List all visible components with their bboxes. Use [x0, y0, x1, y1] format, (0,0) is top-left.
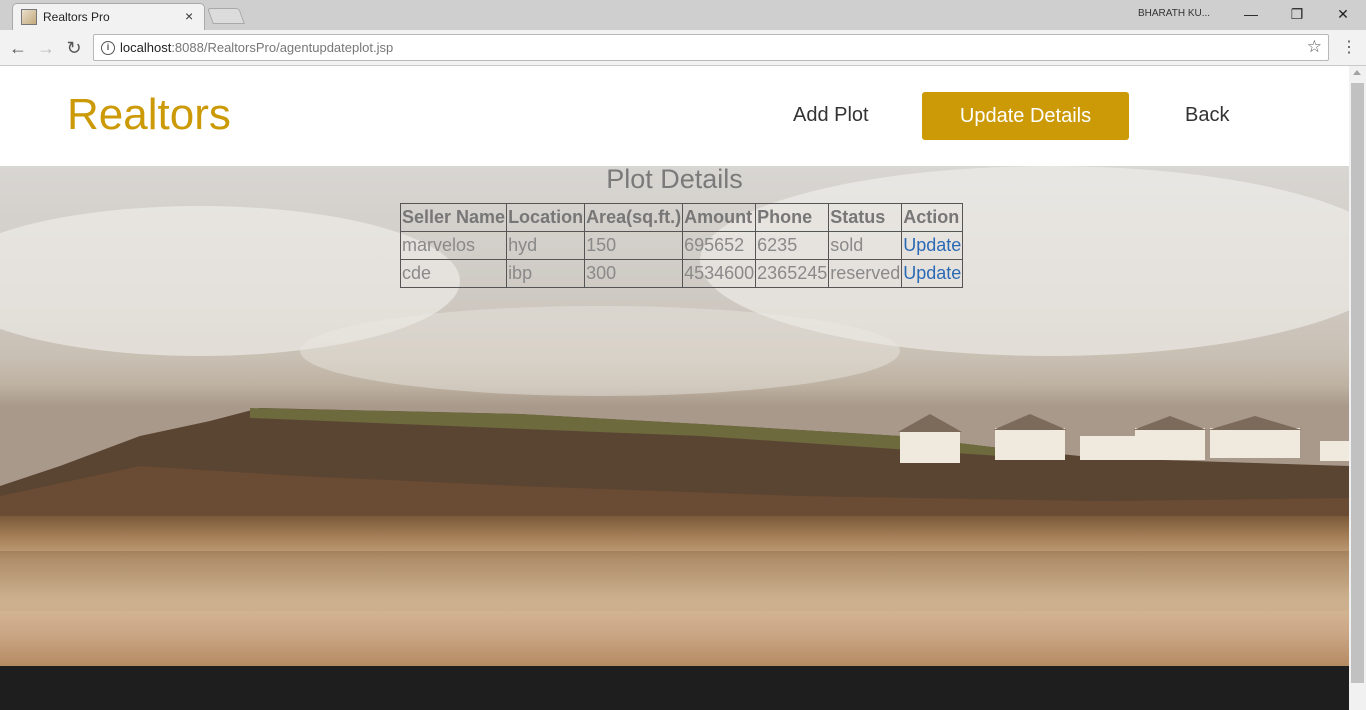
page-scrollbar[interactable] — [1349, 66, 1366, 710]
close-window-button[interactable]: ✕ — [1320, 3, 1366, 25]
page-footer — [0, 666, 1349, 710]
plot-details-table: Seller Name Location Area(sq.ft.) Amount… — [399, 203, 964, 288]
location-cell: ibp — [506, 259, 586, 288]
column-header: Amount — [682, 203, 757, 232]
update-link[interactable]: Update — [901, 259, 964, 288]
page-title: Plot Details — [606, 164, 743, 194]
nav-back[interactable]: Back — [1185, 104, 1229, 127]
scroll-thumb[interactable] — [1351, 83, 1364, 683]
phone-cell: 6235 — [755, 231, 830, 260]
browser-tab[interactable]: Realtors Pro × — [12, 3, 205, 30]
phone-cell: 2365245 — [755, 259, 830, 288]
profile-name[interactable]: BHARATH KU... — [1138, 8, 1210, 19]
restore-button[interactable]: ❐ — [1274, 3, 1320, 25]
star-icon[interactable]: ☆ — [1307, 37, 1322, 57]
favicon-icon — [21, 9, 37, 25]
column-header: Area(sq.ft.) — [584, 203, 684, 232]
status-cell: sold — [828, 231, 903, 260]
update-link[interactable]: Update — [901, 231, 964, 260]
address-bar[interactable]: i localhost:8088/RealtorsPro/agentupdate… — [93, 34, 1329, 61]
column-header: Phone — [755, 203, 830, 232]
back-arrow-icon[interactable]: ← — [6, 36, 30, 60]
url-host: localhost — [120, 40, 172, 55]
column-header: Seller Name — [399, 203, 508, 232]
info-icon[interactable]: i — [101, 41, 115, 55]
browser-toolbar: ← → ↻ i localhost:8088/RealtorsPro/agent… — [0, 30, 1366, 66]
brand-logo[interactable]: Realtors — [67, 90, 231, 140]
column-header: Location — [506, 203, 586, 232]
browser-menu-icon[interactable]: ⋮ — [1341, 38, 1357, 58]
nav-update-details[interactable]: Update Details — [922, 92, 1129, 140]
table-row: marvelos hyd 150 695652 6235 sold Update — [399, 231, 964, 260]
minimize-button[interactable]: — — [1228, 3, 1274, 25]
seller-name-cell: cde — [399, 259, 508, 288]
column-header: Status — [828, 203, 903, 232]
column-header: Action — [901, 203, 964, 232]
area-cell: 150 — [584, 231, 684, 260]
nav-add-plot[interactable]: Add Plot — [793, 104, 869, 127]
area-cell: 300 — [584, 259, 684, 288]
table-row: cde ibp 300 4534600 2365245 reserved Upd… — [399, 259, 964, 288]
forward-arrow-icon[interactable]: → — [34, 36, 58, 60]
tab-title: Realtors Pro — [43, 10, 110, 24]
location-cell: hyd — [506, 231, 586, 260]
new-tab-button[interactable] — [207, 8, 245, 24]
url-path: :8088/RealtorsPro/agentupdateplot.jsp — [171, 40, 394, 55]
amount-cell: 4534600 — [682, 259, 757, 288]
amount-cell: 695652 — [682, 231, 757, 260]
browser-titlebar: Realtors Pro × BHARATH KU... — ❐ ✕ — [0, 0, 1366, 30]
url-text[interactable]: localhost:8088/RealtorsPro/agentupdatepl… — [120, 40, 393, 55]
page-viewport: Realtors Add Plot Update Details Back Pl… — [0, 66, 1349, 710]
status-cell: reserved — [828, 259, 903, 288]
water-reflection — [0, 551, 1349, 611]
reload-icon[interactable]: ↻ — [62, 36, 86, 60]
table-header-row: Seller Name Location Area(sq.ft.) Amount… — [399, 203, 964, 232]
scroll-up-arrow-icon[interactable] — [1353, 70, 1361, 75]
site-header: Realtors Add Plot Update Details Back — [0, 66, 1349, 166]
seller-name-cell: marvelos — [399, 231, 508, 260]
tab-close-icon[interactable]: × — [185, 8, 193, 24]
